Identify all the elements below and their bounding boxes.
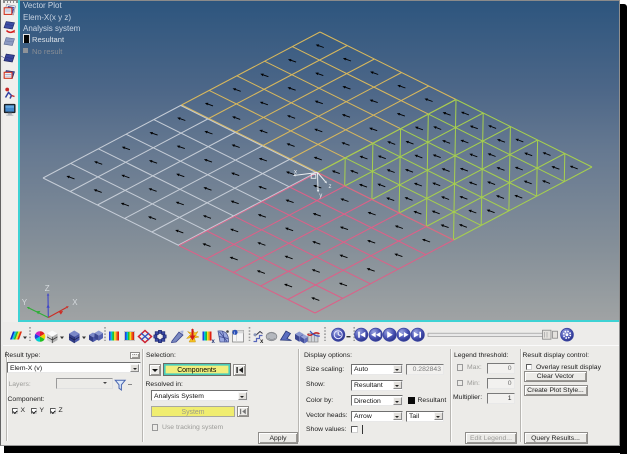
- svg-text:i: i: [234, 331, 235, 336]
- svg-text:x: x: [260, 339, 264, 345]
- svg-text:x: x: [212, 339, 216, 345]
